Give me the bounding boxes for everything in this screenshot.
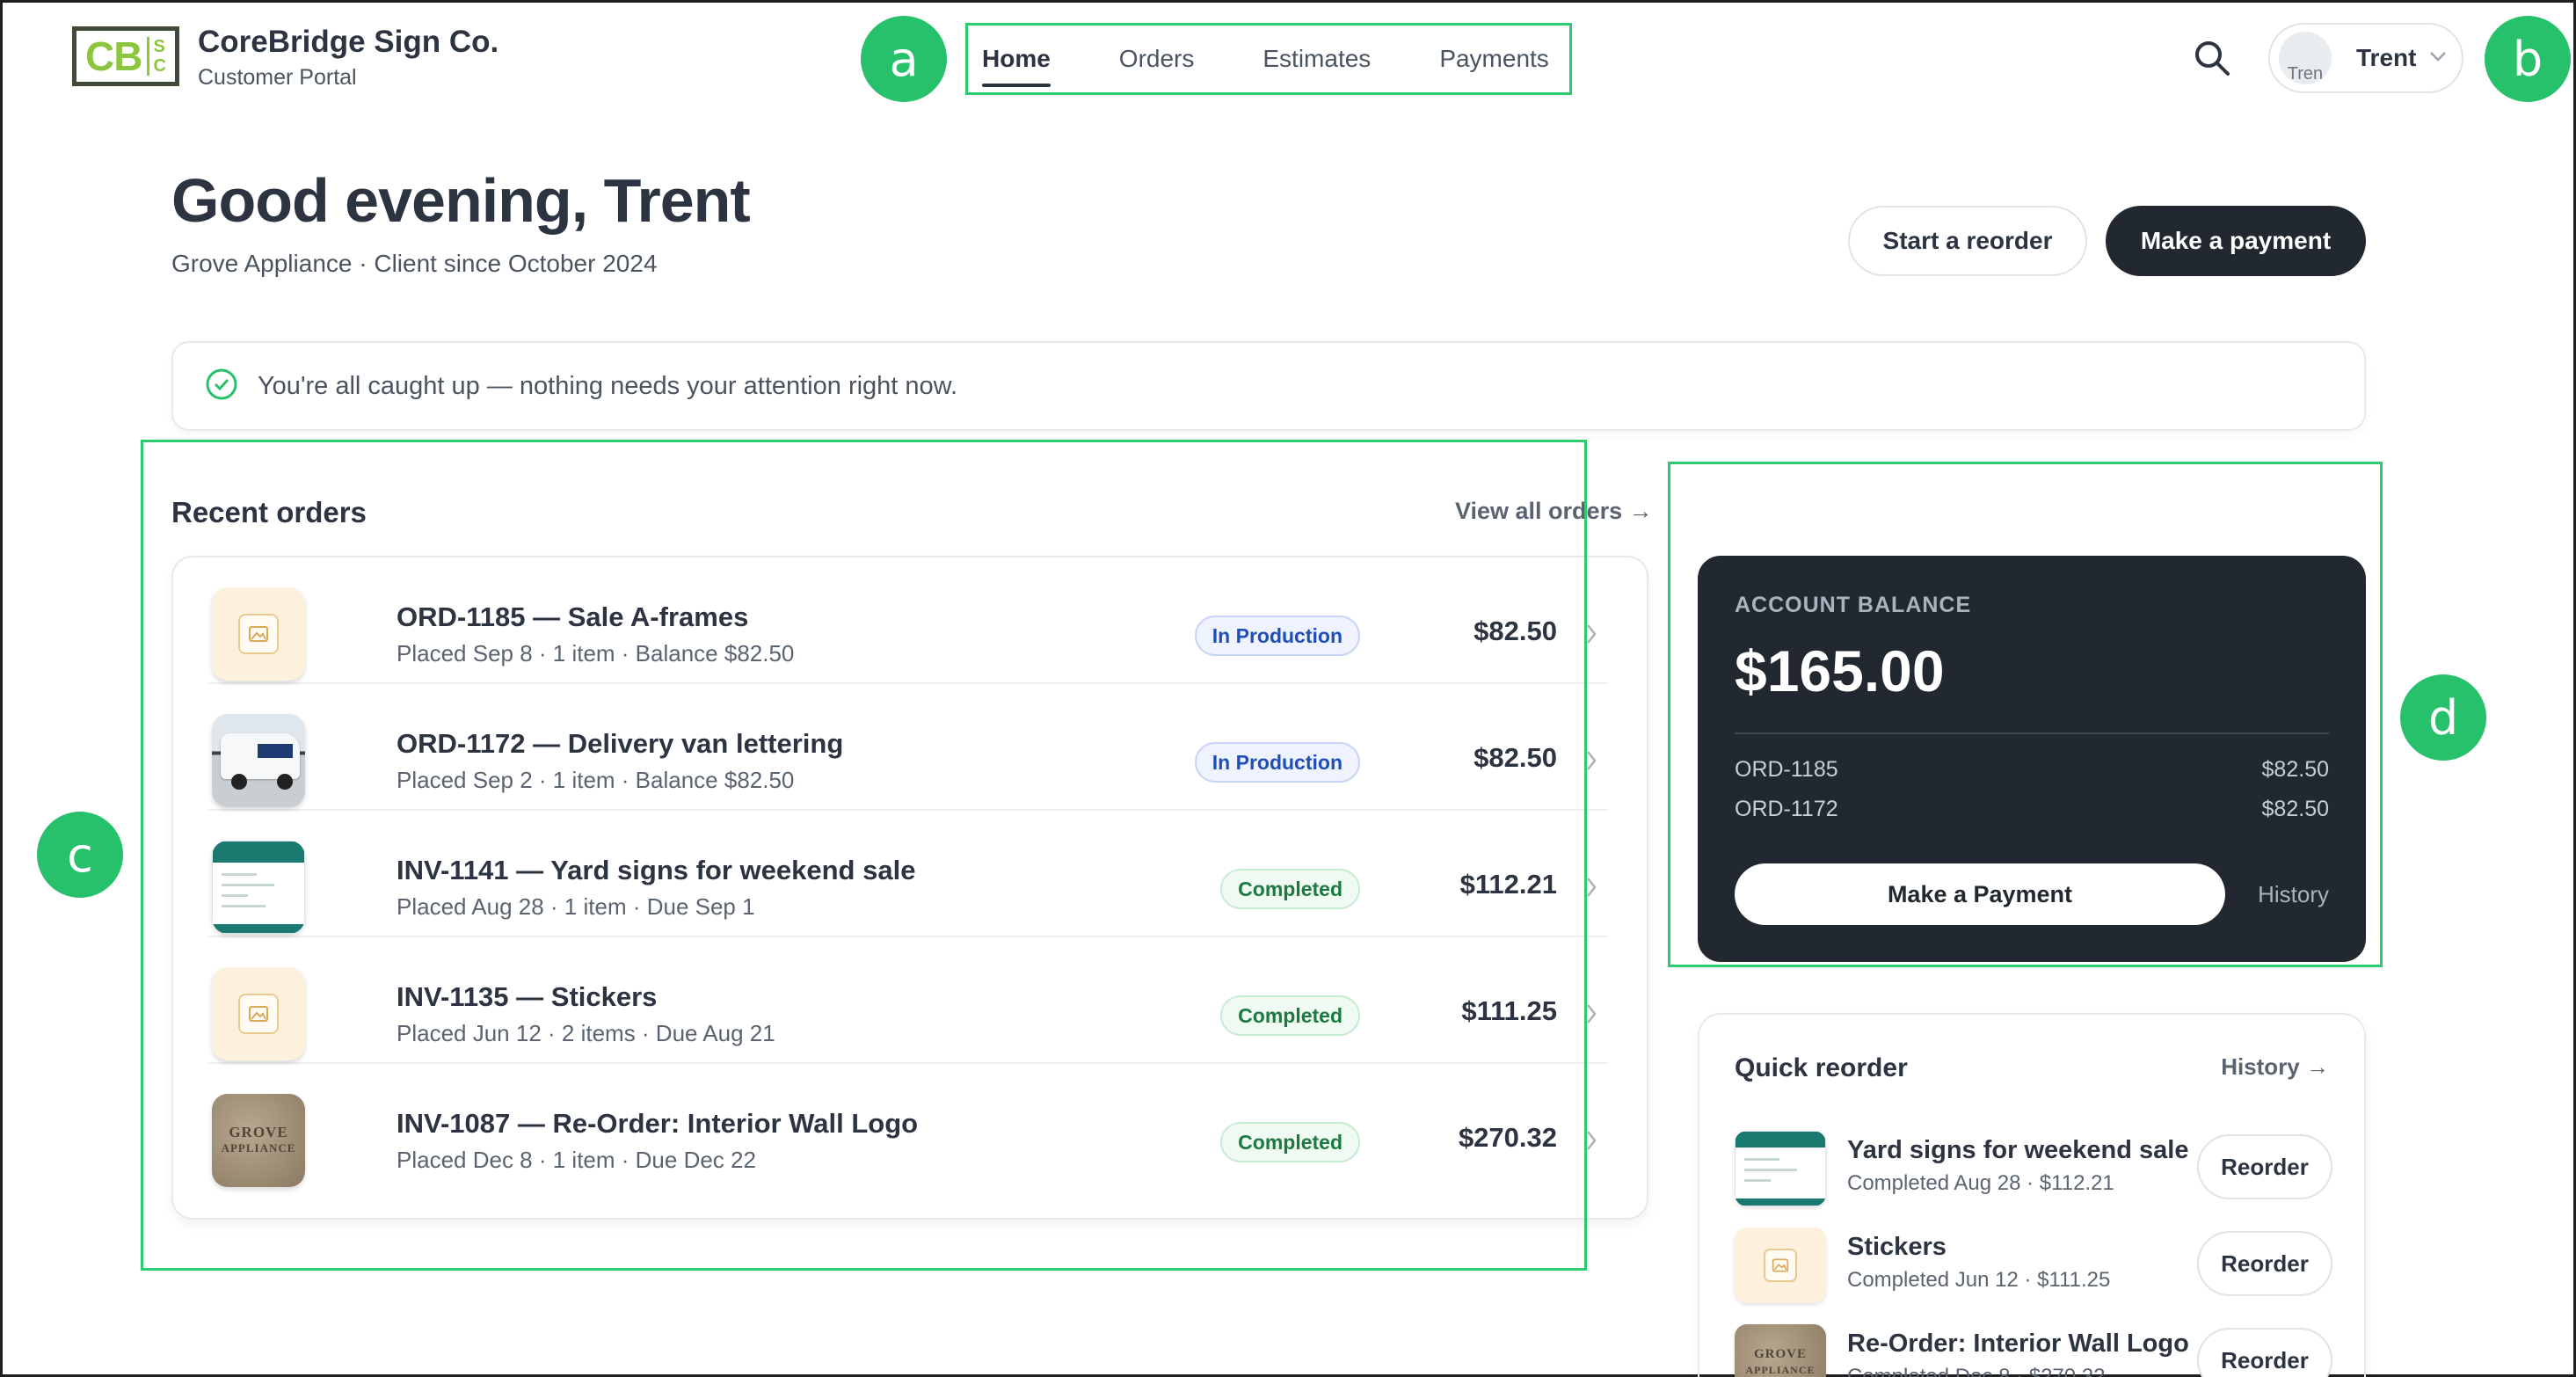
start-reorder-button[interactable]: Start a reorder: [1848, 206, 2087, 276]
check-circle-icon: [205, 368, 238, 405]
reorder-button[interactable]: Reorder: [2197, 1231, 2332, 1296]
placeholder-image-icon: [1735, 1228, 1826, 1303]
reorder-button[interactable]: Reorder: [2197, 1134, 2332, 1199]
list-item: Stickers Completed Jun 12 · $111.25 Reor…: [1735, 1228, 2332, 1312]
brand-block: CoreBridge Sign Co. Customer Portal: [198, 25, 498, 91]
annotation-box-d: [1668, 462, 2383, 967]
company-logo[interactable]: CB S C: [72, 26, 179, 86]
status-notice: You're all caught up — nothing needs you…: [171, 341, 2366, 431]
client-subtitle: Grove Appliance · Client since October 2…: [171, 250, 658, 277]
quick-reorder-title: Quick reorder: [1735, 1053, 1908, 1082]
main-nav: Home Orders Estimates Payments: [965, 23, 1572, 95]
list-item: Yard signs for weekend sale Completed Au…: [1735, 1131, 2332, 1215]
reorder-history-link[interactable]: History →: [2221, 1053, 2329, 1081]
stone-text-line: APPLIANCE: [1745, 1364, 1816, 1376]
logo-letters: CB: [85, 33, 142, 79]
greeting: Good evening, Trent Grove Appliance · Cl…: [171, 165, 751, 278]
chevron-right-icon: [1585, 749, 1597, 776]
logo-sub-letters: S C: [147, 37, 166, 76]
user-name: Trent: [2356, 44, 2417, 71]
reorder-item-details: Completed Jun 12 · $111.25: [1847, 1268, 2111, 1292]
yard-sign-thumbnail: [1735, 1131, 1826, 1206]
annotation-marker-a: a: [861, 16, 947, 102]
logo-sub-s: S: [153, 37, 165, 56]
chevron-right-icon: [1585, 1002, 1597, 1030]
avatar: Tren: [2279, 32, 2332, 84]
search-icon[interactable]: [2191, 37, 2233, 79]
stone-text-line: GROVE: [1753, 1347, 1807, 1361]
nav-payments[interactable]: Payments: [1439, 45, 1549, 73]
page-title: Good evening, Trent: [171, 166, 751, 235]
nav-home[interactable]: Home: [982, 45, 1051, 87]
reorder-item-name: Yard signs for weekend sale: [1847, 1136, 2189, 1164]
brand-subtitle: Customer Portal: [198, 65, 357, 90]
annotation-marker-c: c: [37, 812, 123, 898]
reorder-item-details: Completed Aug 28 · $112.21: [1847, 1171, 2114, 1195]
avatar-alt-text: Tren: [2287, 64, 2324, 84]
reorder-item-name: Re-Order: Interior Wall Logo: [1847, 1330, 2189, 1358]
annotation-marker-d: d: [2400, 674, 2486, 761]
stone-logo-thumbnail: GROVE APPLIANCE: [1735, 1324, 1826, 1377]
logo-sub-c: C: [153, 56, 166, 76]
quick-reorder-card: Quick reorder History → Yard signs for w…: [1698, 1013, 2366, 1377]
notice-text: You're all caught up — nothing needs you…: [258, 371, 958, 400]
annotation-marker-b: b: [2485, 16, 2571, 102]
reorder-button[interactable]: Reorder: [2197, 1328, 2332, 1377]
list-item: GROVE APPLIANCE Re-Order: Interior Wall …: [1735, 1324, 2332, 1377]
chevron-right-icon: [1585, 1129, 1597, 1156]
reorder-item-details: Completed Dec 8 · $270.32: [1847, 1365, 2106, 1377]
brand-name: CoreBridge Sign Co.: [198, 25, 499, 59]
nav-estimates[interactable]: Estimates: [1263, 45, 1371, 73]
chevron-down-icon: [2428, 50, 2448, 67]
reorder-item-name: Stickers: [1847, 1233, 1947, 1261]
user-menu[interactable]: Tren Trent: [2268, 23, 2463, 93]
chevron-right-icon: [1585, 623, 1597, 650]
make-payment-button[interactable]: Make a payment: [2106, 206, 2366, 276]
nav-orders[interactable]: Orders: [1119, 45, 1195, 73]
chevron-right-icon: [1585, 876, 1597, 903]
top-header: CB S C CoreBridge Sign Co. Customer Port…: [0, 0, 2576, 123]
annotation-box-c: [141, 440, 1587, 1271]
